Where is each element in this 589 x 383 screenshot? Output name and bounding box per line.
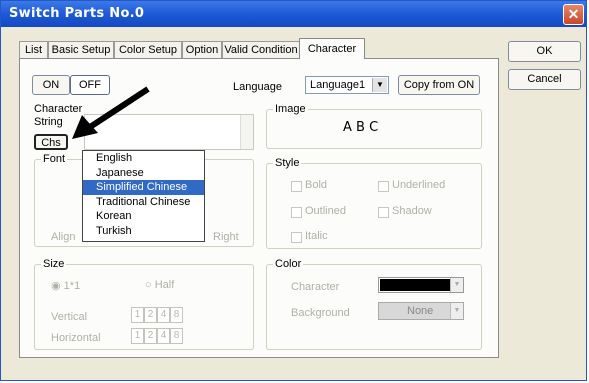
tab-list[interactable]: List	[19, 41, 48, 58]
style-group: Style Bold Underlined Outlined Shadow It…	[266, 157, 482, 249]
vertical-label: Vertical	[51, 311, 88, 323]
cancel-button[interactable]: Cancel	[508, 69, 581, 90]
size-option-1x1-label: 1*1	[63, 280, 81, 292]
font-label: Font	[41, 153, 68, 165]
shadow-checkbox[interactable]	[378, 207, 389, 218]
size-label: Size	[41, 258, 67, 270]
size-option-1x1[interactable]: ◉ 1*1	[51, 279, 80, 292]
bold-label: Bold	[305, 179, 328, 191]
style-label: Style	[273, 157, 302, 169]
chevron-down-icon[interactable]: ▼	[450, 278, 463, 292]
dropdown-option-korean[interactable]: Korean	[83, 209, 204, 224]
image-label: Image	[273, 103, 308, 115]
align-right-label: Right	[213, 231, 239, 243]
language-label: Language	[233, 81, 282, 93]
tab-option[interactable]: Option	[182, 41, 222, 58]
close-button[interactable]: ✕	[563, 4, 584, 25]
chs-button[interactable]: Chs	[34, 134, 68, 150]
bold-checkbox[interactable]	[291, 181, 302, 192]
tab-basic-setup[interactable]: Basic Setup	[48, 41, 114, 58]
underlined-label: Underlined	[392, 179, 446, 191]
font-dropdown-list: English Japanese Simplified Chinese Trad…	[82, 150, 205, 242]
language-select-value: Language1	[310, 79, 366, 91]
size-option-half-label: Half	[154, 279, 175, 291]
on-button[interactable]: ON	[32, 75, 70, 95]
dialog-window: Switch Parts No.0 ✕ List Basic Setup Col…	[0, 0, 587, 381]
character-color-label: Character	[291, 281, 340, 293]
horizontal-step-8[interactable]: 8	[170, 328, 183, 344]
tab-character[interactable]: Character	[299, 38, 365, 59]
italic-label: Italic	[305, 230, 328, 242]
dropdown-option-turkish[interactable]: Turkish	[83, 224, 204, 239]
character-color-swatch	[380, 279, 450, 291]
vertical-step-1[interactable]: 1	[131, 307, 144, 323]
underlined-checkbox[interactable]	[378, 181, 389, 192]
dropdown-option-simplified-chinese[interactable]: Simplified Chinese	[83, 180, 204, 195]
dropdown-option-english[interactable]: English	[83, 151, 204, 166]
vertical-step-4[interactable]: 4	[157, 307, 170, 323]
shadow-label: Shadow	[392, 205, 432, 217]
dropdown-option-traditional-chinese[interactable]: Traditional Chinese	[83, 195, 204, 210]
color-label: Color	[273, 258, 304, 270]
color-group: Color Character ▼ Background None ▼	[266, 258, 482, 350]
italic-checkbox[interactable]	[291, 232, 302, 243]
image-group: Image A B C	[266, 103, 482, 149]
size-group: Size ◉ 1*1 ○ Half Vertical Horizontal 1 …	[34, 258, 254, 350]
outlined-label: Outlined	[305, 205, 346, 217]
character-color-select[interactable]: ▼	[378, 277, 464, 293]
arrow-pointer-icon	[72, 86, 150, 139]
radio-icon: ◉	[51, 280, 61, 292]
chevron-down-icon[interactable]: ▼	[450, 303, 463, 319]
horizontal-label: Horizontal	[51, 332, 101, 344]
background-color-select[interactable]: None ▼	[378, 302, 464, 320]
size-option-half[interactable]: ○ Half	[145, 279, 174, 291]
window-title: Switch Parts No.0	[9, 6, 145, 21]
copy-from-on-button[interactable]: Copy from ON	[398, 75, 480, 95]
horizontal-step-1[interactable]: 1	[131, 328, 144, 344]
background-color-label: Background	[291, 307, 350, 319]
character-string-label-2: String	[34, 116, 63, 128]
vertical-step-2[interactable]: 2	[144, 307, 157, 323]
horizontal-step-4[interactable]: 4	[157, 328, 170, 344]
radio-icon: ○	[145, 279, 152, 291]
tab-color-setup[interactable]: Color Setup	[114, 41, 182, 58]
outlined-checkbox[interactable]	[291, 207, 302, 218]
vertical-step-8[interactable]: 8	[170, 307, 183, 323]
tab-valid-condition[interactable]: Valid Condition	[222, 41, 300, 58]
language-select[interactable]: Language1 ▼	[305, 76, 389, 94]
ok-button[interactable]: OK	[508, 41, 581, 62]
horizontal-step-2[interactable]: 2	[144, 328, 157, 344]
title-bar[interactable]: Switch Parts No.0 ✕	[1, 1, 586, 27]
image-preview-text: A B C	[343, 120, 379, 135]
chevron-down-icon[interactable]: ▼	[372, 78, 387, 92]
background-color-value: None	[407, 305, 434, 317]
dropdown-option-japanese[interactable]: Japanese	[83, 166, 204, 181]
input-scrollbar[interactable]	[240, 115, 253, 149]
align-label: Align	[51, 231, 76, 243]
